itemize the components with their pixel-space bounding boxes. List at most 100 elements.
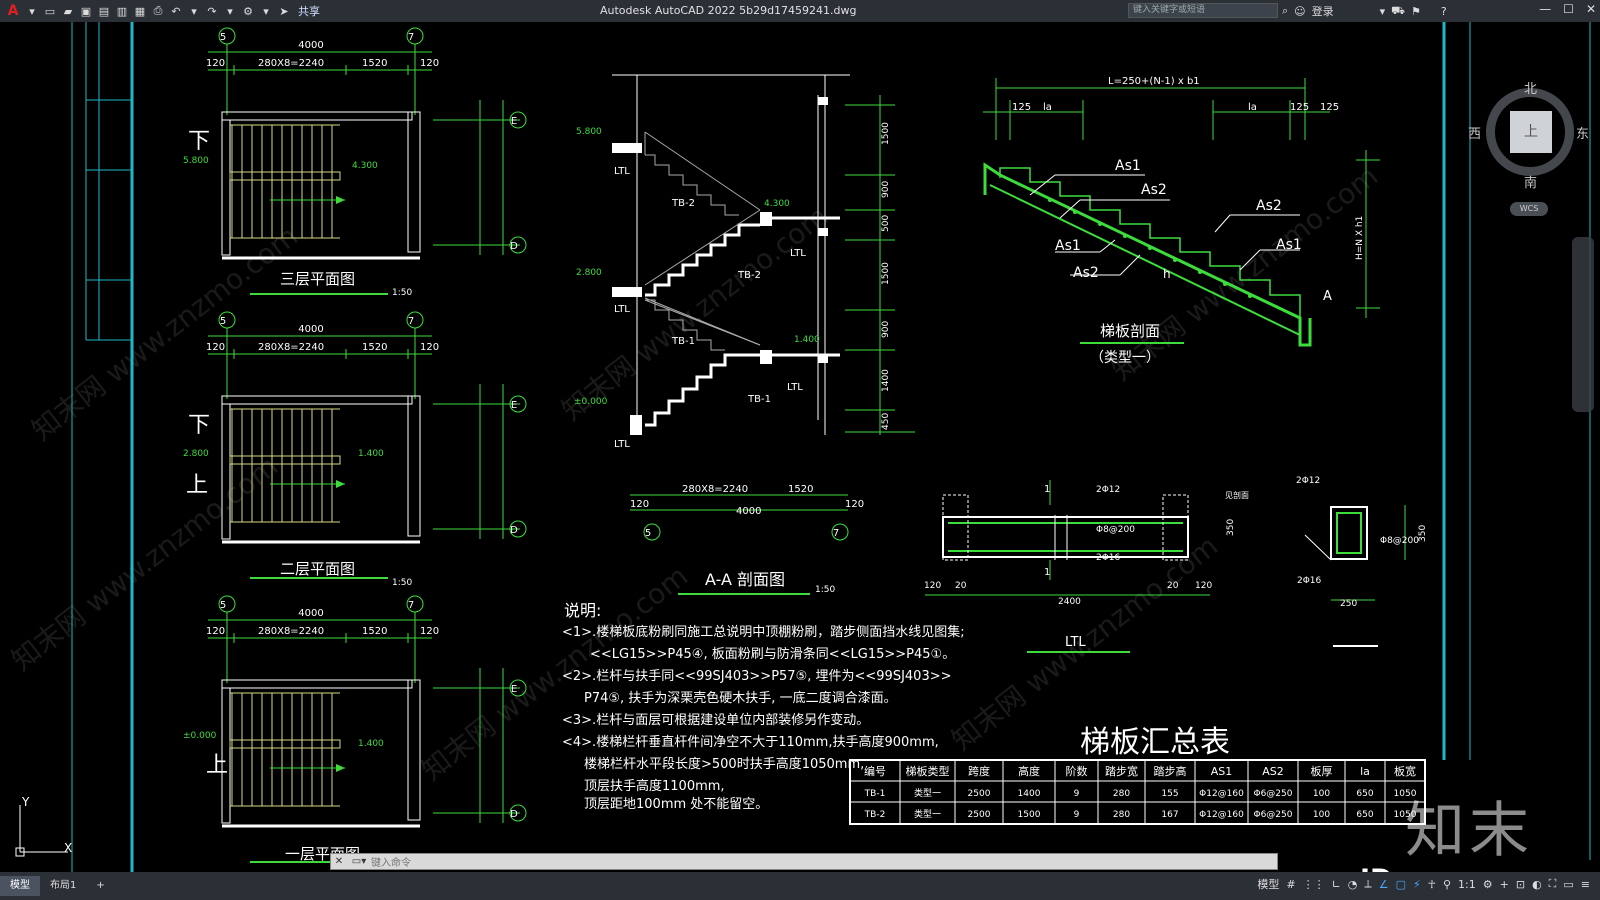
tab-model[interactable]: 模型 — [0, 876, 40, 896]
object-snap-tracking-icon[interactable]: ∠ — [1379, 878, 1389, 891]
elevation: ±0.000 — [574, 397, 608, 407]
cad-drawing: 5 7 4000 120 280X8=2240 1520 120 E D 下 5… — [15, 22, 1591, 872]
table-title: 梯板汇总表 — [1080, 725, 1230, 760]
units-icon[interactable]: ⊡ — [1516, 878, 1525, 891]
label-as1: As1 — [1115, 158, 1141, 174]
compass-east[interactable]: 东 — [1576, 123, 1589, 142]
dim-text: 1520 — [362, 342, 387, 353]
axis-label: E — [511, 684, 517, 695]
compass-west[interactable]: 西 — [1468, 123, 1481, 142]
hardware-accel-icon[interactable]: ⛶ — [1549, 877, 1557, 891]
ortho-icon[interactable]: ∟ — [1332, 878, 1341, 891]
clean-screen-icon[interactable]: ▭ — [1563, 878, 1573, 891]
plot-icon[interactable]: ▦ — [132, 3, 148, 19]
search-input[interactable]: 键入关键字或短语 — [1128, 3, 1278, 18]
help-icon[interactable]: ? — [1441, 5, 1447, 18]
axis-label: 7 — [833, 528, 839, 539]
axis-label: E — [511, 400, 517, 411]
compass-south[interactable]: 南 — [1524, 172, 1537, 191]
scale-label: 1:50 — [392, 578, 412, 588]
gear-icon[interactable]: ⚙ — [1483, 878, 1493, 891]
annotation-visibility-icon[interactable]: ⚡ — [1413, 878, 1421, 891]
undo-icon[interactable]: ↶ — [168, 3, 184, 19]
annotation-scale-icon[interactable]: ☥ — [1428, 878, 1436, 891]
isolate-icon[interactable]: ◐ — [1532, 878, 1542, 891]
user-icon[interactable]: ☺ — [1294, 5, 1305, 18]
label-as2: As2 — [1073, 265, 1099, 281]
command-input[interactable]: 键入命令 — [371, 854, 411, 869]
window-title: Autodesk AutoCAD 2022 5b29d17459241.dwg — [600, 4, 857, 17]
minimize-icon[interactable]: — — [1539, 2, 1551, 16]
table-cell: 280 — [1113, 810, 1130, 820]
redo-dropdown-icon[interactable]: ▾ — [222, 3, 238, 19]
label-ltl: LTL — [614, 304, 630, 315]
table-cell: 280 — [1113, 789, 1130, 799]
ltl-beam: 2Φ12 Φ8@200 2Φ16 见剖面 350 2400 120 20 20 … — [924, 476, 1428, 653]
dim-text: 2400 — [1058, 597, 1081, 607]
grid-icon[interactable]: # — [1286, 878, 1295, 891]
elevation: 2.800 — [183, 449, 209, 459]
table-cell: 2500 — [968, 789, 991, 799]
navigation-bar[interactable] — [1572, 237, 1594, 412]
undo-dropdown-icon[interactable]: ▾ — [186, 3, 202, 19]
dim-text: 125 — [1290, 102, 1309, 113]
cart-icon[interactable]: ⛟ — [1391, 4, 1405, 19]
snap-icon[interactable]: ⋮⋮ — [1303, 878, 1325, 891]
dim-text: 125 — [1012, 102, 1031, 113]
viewcube[interactable]: 上 北 南 西 东 — [1468, 78, 1589, 191]
elevation: 5.800 — [183, 156, 209, 166]
annotation-icon[interactable]: ⚲ — [1443, 878, 1451, 891]
axis-label: E — [511, 116, 517, 127]
table-header-cell: 高度 — [1018, 764, 1040, 778]
search-icon[interactable]: ⌕ — [1282, 4, 1288, 18]
command-line[interactable]: ✕ ▭▾ 键入命令 — [330, 853, 1278, 870]
close-icon[interactable]: ✕ — [331, 856, 347, 867]
table-cell: 1400 — [1018, 789, 1041, 799]
customize-icon[interactable]: ▾ — [258, 3, 274, 19]
wcs-menu[interactable]: WCS — [1510, 202, 1548, 216]
publish-icon[interactable]: ▥ — [114, 3, 130, 19]
dropdown-icon[interactable]: ▾ — [24, 3, 40, 19]
table-cell: TB-2 — [864, 810, 886, 820]
redo-icon[interactable]: ↷ — [204, 3, 220, 19]
drawing-canvas[interactable]: 知末网 www.znzmo.com 知末网 www.znzmo.com 知末网 … — [0, 22, 1600, 872]
share-button[interactable]: 共享 — [298, 3, 320, 19]
scale-label[interactable]: 1:1 — [1458, 878, 1476, 891]
viewcube-top-face[interactable]: 上 — [1510, 111, 1552, 153]
object-snap-icon[interactable]: ▢ — [1396, 878, 1406, 891]
label-tb: TB-2 — [737, 270, 761, 281]
save-icon[interactable]: ▣ — [78, 3, 94, 19]
table-header-cell: 板宽 — [1394, 764, 1416, 778]
customize-menu-icon[interactable]: ≡ — [1581, 878, 1590, 891]
share-icon[interactable]: ➤ — [276, 3, 292, 19]
autocad-logo-icon[interactable]: A — [4, 3, 22, 19]
dim-text: 1520 — [362, 626, 387, 637]
polar-icon[interactable]: ◔ — [1348, 878, 1358, 891]
workspace-icon[interactable]: ⚙ — [240, 3, 256, 19]
open-folder-icon[interactable]: ▰ — [60, 3, 76, 19]
tab-layout1[interactable]: 布局1 — [40, 876, 86, 896]
command-prompt-icon[interactable]: ▭▾ — [347, 856, 371, 867]
compass-north[interactable]: 北 — [1524, 78, 1537, 97]
isodraft-icon[interactable]: ⟂ — [1364, 877, 1371, 891]
maximize-icon[interactable]: ☐ — [1563, 2, 1574, 16]
section-aa: 1500 900 500 1500 900 1400 450 5.800 2.8… — [574, 74, 915, 595]
down-label: 下 — [188, 129, 210, 154]
table-cell: 100 — [1313, 789, 1330, 799]
plus-icon[interactable]: + — [1500, 878, 1509, 891]
note-line: 顶层扶手高度1100mm, — [584, 778, 725, 794]
login-button[interactable]: 登录 — [1312, 3, 1334, 19]
autodesk-account-icon[interactable]: ⚑ — [1411, 5, 1421, 18]
add-layout-icon[interactable]: + — [86, 876, 114, 896]
save-as-icon[interactable]: ▤ — [96, 3, 112, 19]
dim-text: 280X8=2240 — [258, 58, 324, 69]
table-header-cell: 跨度 — [968, 764, 990, 778]
dim-text: 4000 — [298, 40, 323, 51]
print-icon[interactable]: ⎙ — [150, 3, 166, 19]
cut-mark: 1 — [1044, 484, 1050, 495]
new-file-icon[interactable]: ▭ — [42, 3, 58, 19]
dropdown-icon[interactable]: ▾ — [1380, 5, 1386, 18]
note-line: <2>.栏杆与扶手同<<99SJ403>>P57⑤, 埋件为<<99SJ403>… — [562, 669, 952, 684]
model-space-button[interactable]: 模型 — [1257, 876, 1279, 892]
close-icon[interactable]: ✕ — [1586, 2, 1596, 16]
